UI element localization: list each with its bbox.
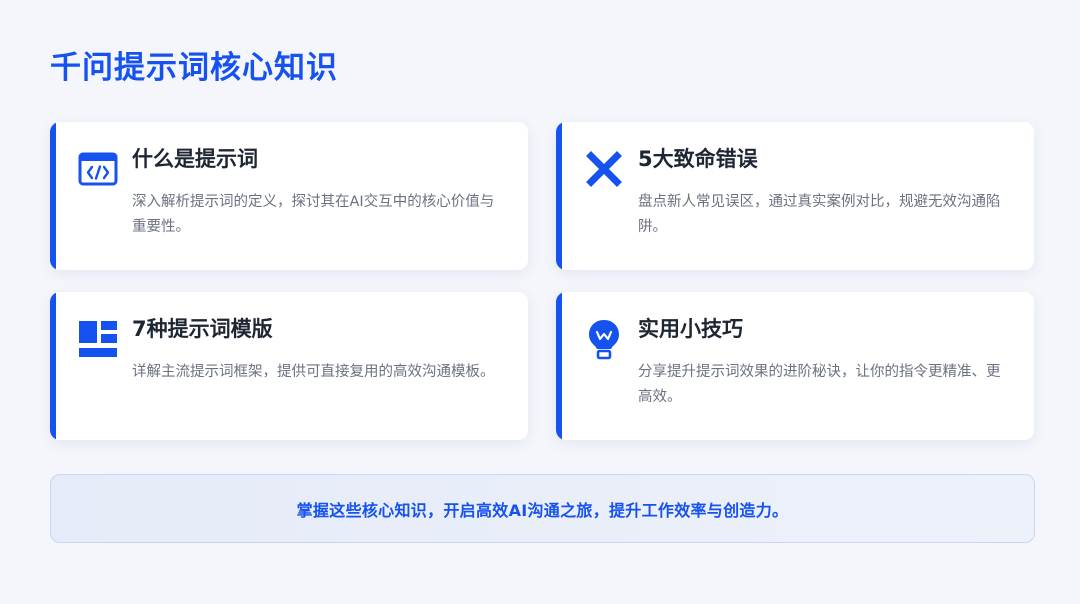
lightbulb-icon (583, 318, 625, 360)
close-x-icon (583, 148, 625, 190)
card-title: 5大致命错误 (638, 147, 758, 171)
page-title: 千问提示词核心知识 (50, 50, 338, 86)
summary-banner: 掌握这些核心知识，开启高效AI沟通之旅，提升工作效率与创造力。 (50, 474, 1035, 543)
card-title: 什么是提示词 (132, 147, 258, 171)
card-description: 盘点新人常见误区，通过真实案例对比，规避无效沟通陷阱。 (638, 194, 1001, 235)
card-description: 详解主流提示词框架，提供可直接复用的高效沟通模板。 (132, 364, 495, 380)
summary-text: 掌握这些核心知识，开启高效AI沟通之旅，提升工作效率与创造力。 (296, 500, 789, 520)
card-description: 分享提升提示词效果的进阶秘诀，让你的指令更精准、更高效。 (638, 364, 1001, 405)
card-description: 深入解析提示词的定义，探讨其在AI交互中的核心价值与重要性。 (132, 194, 495, 235)
card-title: 7种提示词模版 (132, 317, 273, 341)
card-five-mistakes: 5大致命错误 盘点新人常见误区，通过真实案例对比，规避无效沟通陷阱。 (556, 122, 1034, 270)
template-layout-icon (77, 318, 119, 360)
card-practical-tips: 实用小技巧 分享提升提示词效果的进阶秘诀，让你的指令更精准、更高效。 (556, 292, 1034, 440)
card-title: 实用小技巧 (638, 317, 743, 341)
code-window-icon (77, 148, 119, 190)
card-seven-templates: 7种提示词模版 详解主流提示词框架，提供可直接复用的高效沟通模板。 (50, 292, 528, 440)
card-what-is-prompt: 什么是提示词 深入解析提示词的定义，探讨其在AI交互中的核心价值与重要性。 (50, 122, 528, 270)
slide: 千问提示词核心知识 什么是提示词 深入解析提示词的定义，探讨其在AI交互中的核心… (0, 0, 1080, 604)
